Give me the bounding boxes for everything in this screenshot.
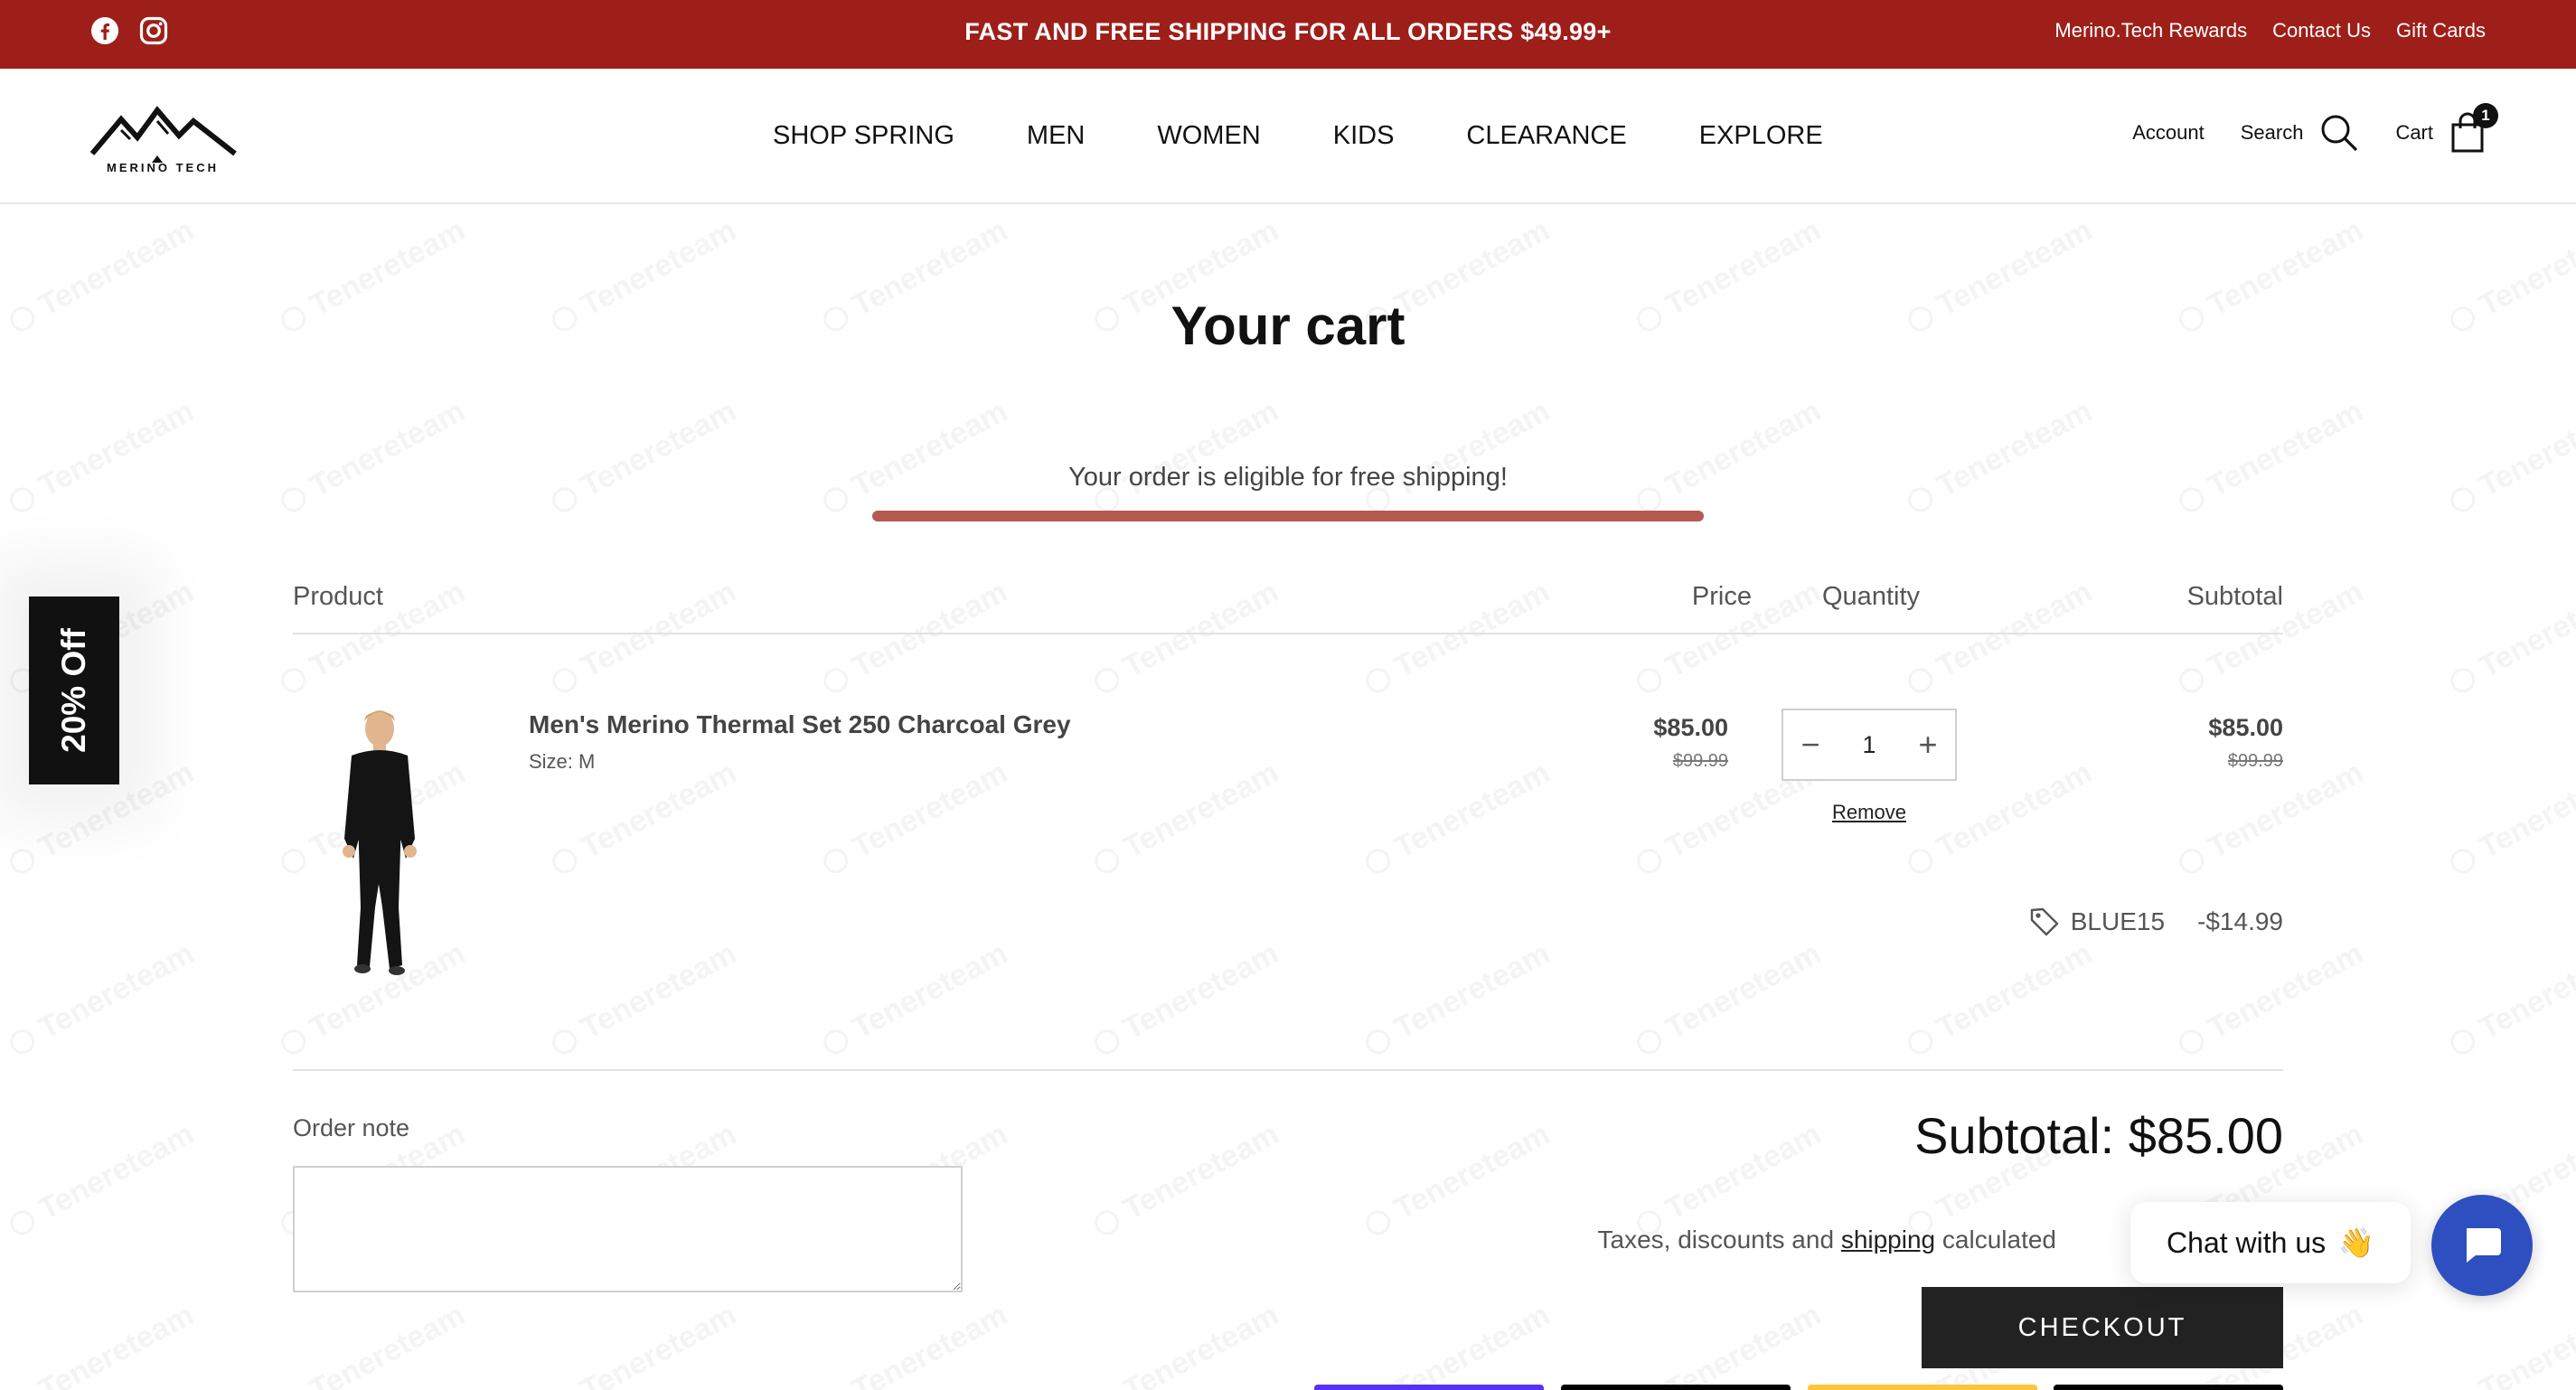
discount-amount: -$14.99 [2197, 907, 2283, 935]
search-label: Search [2240, 121, 2304, 144]
nav-clearance[interactable]: CLEARANCE [1466, 121, 1626, 151]
cart-label: Cart [2395, 121, 2433, 144]
nav-kids[interactable]: KIDS [1333, 121, 1395, 151]
utility-links: Merino.Tech Rewards Contact Us Gift Card… [2054, 19, 2486, 42]
tax-note: Taxes, discounts and shipping calculated [1598, 1226, 2056, 1254]
site-header: MERINO TECH SHOP SPRING MEN WOMEN KIDS C… [0, 69, 2576, 204]
nav-men[interactable]: MEN [1027, 121, 1085, 151]
column-quantity: Quantity [1822, 582, 1920, 611]
shipping-policy-link[interactable]: shipping [1841, 1226, 1935, 1254]
contact-link[interactable]: Contact Us [2272, 19, 2371, 42]
discount-code: BLUE15 [2070, 907, 2166, 935]
column-product: Product [293, 582, 383, 611]
logo-text: MERINO TECH [107, 161, 219, 174]
product-variant: Size: M [529, 750, 596, 773]
discount-tab-label: 20% Off [55, 628, 92, 753]
account-link[interactable]: Account [2132, 121, 2205, 145]
quantity-stepper: − 1 + [1782, 709, 1957, 781]
google-pay-button[interactable] [2054, 1385, 2283, 1390]
column-price: Price [1691, 582, 1752, 611]
free-shipping-message: Your order is eligible for free shipping… [1068, 463, 1508, 492]
wave-emoji: 👋 [2338, 1226, 2374, 1259]
main-nav: SHOP SPRING MEN WOMEN KIDS CLEARANCE EXP… [773, 121, 1823, 151]
shipping-progress-bar [872, 511, 1704, 521]
quantity-value[interactable]: 1 [1838, 710, 1901, 779]
plus-icon[interactable]: + [1901, 710, 1955, 779]
nav-women[interactable]: WOMEN [1157, 121, 1260, 151]
search-icon [2321, 115, 2358, 152]
chat-prompt-label: Chat with us [2167, 1226, 2327, 1259]
rewards-link[interactable]: Merino.Tech Rewards [2054, 19, 2247, 42]
tag-icon [2030, 907, 2058, 936]
discount-side-tab[interactable]: 20% Off [29, 596, 119, 784]
cart-button[interactable]: Cart 1 [2395, 103, 2498, 154]
shipping-progress-fill [872, 511, 1704, 521]
chat-launcher-button[interactable] [2431, 1195, 2533, 1296]
cart-divider [293, 1069, 2283, 1071]
tax-note-text: Taxes, discounts and [1597, 1226, 1841, 1254]
tax-note-suffix: calculated [1935, 1226, 2056, 1254]
search-button[interactable]: Search [2241, 113, 2360, 153]
cart-subtotal: Subtotal: $85.00 [1914, 1107, 2283, 1164]
product-image[interactable] [321, 703, 438, 979]
column-subtotal: Subtotal [2186, 582, 2283, 611]
gift-cards-link[interactable]: Gift Cards [2396, 19, 2486, 42]
order-note-label: Order note [293, 1114, 410, 1141]
unit-price: $85.00 [1653, 714, 1728, 741]
discount-row: BLUE15 -$14.99 [2029, 906, 2283, 937]
remove-button[interactable]: Remove [1782, 801, 1957, 824]
cart-count-badge: 1 [2473, 103, 2498, 128]
logo[interactable]: MERINO TECH [89, 103, 238, 174]
header-actions: Account Search Cart 1 [2132, 103, 2498, 154]
chat-icon [2467, 1228, 2501, 1263]
order-note-field[interactable] [293, 1166, 963, 1292]
announcement-bar: FAST AND FREE SHIPPING FOR ALL ORDERS $4… [0, 0, 2576, 69]
chat-prompt[interactable]: Chat with us 👋 [2130, 1202, 2411, 1283]
apple-pay-button[interactable] [1561, 1385, 1791, 1390]
minus-icon[interactable]: − [1783, 710, 1838, 779]
unit-compare-price: $99.99 [1672, 751, 1728, 771]
nav-shop-spring[interactable]: SHOP SPRING [773, 121, 954, 151]
shop-pay-button[interactable] [1314, 1385, 1544, 1390]
product-name[interactable]: Men's Merino Thermal Set 250 Charcoal Gr… [529, 710, 1071, 739]
paypal-button[interactable] [1808, 1385, 2037, 1390]
line-subtotal: $85.00 [2208, 714, 2283, 741]
nav-explore[interactable]: EXPLORE [1699, 121, 1823, 151]
cart-table-header: Product Price Quantity Subtotal [293, 578, 2283, 634]
line-compare-price: $99.99 [2227, 751, 2283, 771]
page-title: Your cart [1170, 296, 1406, 356]
checkout-button[interactable]: CHECKOUT [1922, 1287, 2283, 1368]
